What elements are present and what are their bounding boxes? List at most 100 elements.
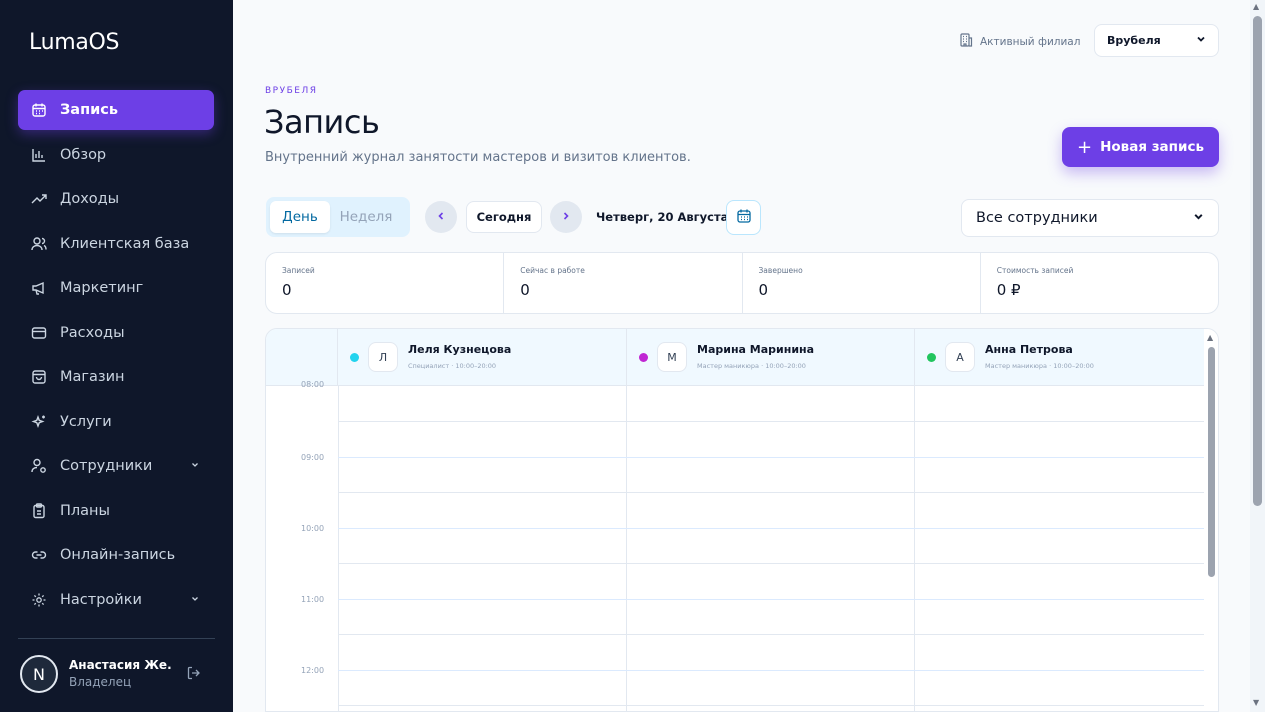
employee-initial: А xyxy=(945,342,975,372)
half-hour-line xyxy=(338,563,1204,564)
prev-day-button[interactable] xyxy=(425,201,457,233)
scrollbar-thumb[interactable] xyxy=(1208,347,1215,577)
calendar-icon xyxy=(30,101,48,119)
scroll-down-icon[interactable]: ▼ xyxy=(1253,698,1259,707)
employee-color-dot xyxy=(350,353,359,362)
staff-filter-select[interactable]: Все сотрудники xyxy=(961,199,1219,237)
staff-filter-value: Все сотрудники xyxy=(976,210,1098,226)
scroll-up-icon[interactable]: ▲ xyxy=(1207,333,1213,342)
chevron-left-icon xyxy=(436,209,446,225)
user-profile[interactable]: N Анастасия Же... Владелец xyxy=(20,655,216,695)
page-scrollbar[interactable]: ▲ ▼ xyxy=(1250,0,1265,712)
time-label: 10:00 xyxy=(301,524,325,533)
user-role: Владелец xyxy=(69,675,132,689)
sidebar-item-label: Обзор xyxy=(60,146,107,163)
half-hour-line xyxy=(338,634,1204,635)
bar-chart-icon xyxy=(30,146,48,164)
hour-line xyxy=(338,670,1204,671)
view-week-tab[interactable]: Неделя xyxy=(330,201,402,233)
sidebar-item-online-booking[interactable]: Онлайн-запись xyxy=(18,535,214,575)
employee-initial: Л xyxy=(368,342,398,372)
schedule-grid: Л Леля Кузнецова Специалист · 10:00–20:0… xyxy=(265,328,1219,712)
schedule-header: Л Леля Кузнецова Специалист · 10:00–20:0… xyxy=(266,329,1204,386)
half-hour-line xyxy=(338,421,1204,422)
chevron-down-icon xyxy=(1193,210,1204,226)
employee-name: Леля Кузнецова xyxy=(408,343,512,356)
sidebar-item-expenses[interactable]: Расходы xyxy=(18,313,214,353)
sidebar-item-label: Планы xyxy=(60,502,110,519)
current-date: Четверг, 20 Августа xyxy=(596,210,729,224)
app-logo: LumaOS xyxy=(29,30,120,55)
sidebar-item-label: Запись xyxy=(60,102,119,118)
stat-total-cost: Стоимость записей 0 ₽ xyxy=(996,266,1074,299)
hour-line xyxy=(338,528,1204,529)
stat-completed: Завершено 0 xyxy=(743,253,981,313)
breadcrumb: ВРУБЕЛЯ xyxy=(265,86,318,96)
half-hour-line xyxy=(338,705,1204,706)
employee-name: Марина Маринина xyxy=(697,343,815,356)
sidebar-nav: Запись Обзор Доходы Клиентская база Марк… xyxy=(18,90,214,624)
megaphone-icon xyxy=(30,279,48,297)
schedule-scrollbar[interactable]: ▲ xyxy=(1204,329,1218,711)
stat-bookings: Записей 0 xyxy=(266,253,505,313)
stats-bar: Записей 0 Сейчас в работе 0 Завершено 0 … xyxy=(265,252,1219,314)
sidebar-item-label: Настройки xyxy=(60,591,142,608)
hour-line xyxy=(338,599,1204,600)
grid-divider xyxy=(626,386,627,711)
sidebar-item-label: Клиентская база xyxy=(60,235,190,252)
credit-card-icon xyxy=(30,324,48,342)
half-hour-line xyxy=(338,492,1204,493)
link-icon xyxy=(30,546,48,564)
next-day-button[interactable] xyxy=(550,201,582,233)
employee-column-header[interactable]: А Анна Петрова Мастер маникюра · 10:00–2… xyxy=(915,329,1204,386)
sidebar-item-label: Расходы xyxy=(60,324,125,341)
time-label: 11:00 xyxy=(301,595,325,604)
chevron-down-icon xyxy=(190,458,200,474)
avatar: N xyxy=(20,655,58,693)
sidebar-item-bookings[interactable]: Запись xyxy=(18,90,214,130)
user-name: Анастасия Же... xyxy=(69,658,171,672)
sidebar-item-marketing[interactable]: Маркетинг xyxy=(18,268,214,308)
sidebar-item-shop[interactable]: Магазин xyxy=(18,357,214,397)
sidebar-item-label: Доходы xyxy=(60,191,120,207)
sidebar-item-income[interactable]: Доходы xyxy=(18,179,214,219)
sidebar-item-label: Услуги xyxy=(60,413,112,430)
sidebar-item-label: Магазин xyxy=(60,369,125,385)
sidebar-item-label: Маркетинг xyxy=(60,280,144,296)
grid-divider xyxy=(338,386,339,711)
scroll-up-icon[interactable]: ▲ xyxy=(1253,2,1259,11)
calendar-icon xyxy=(736,208,752,228)
employee-column-header[interactable]: М Марина Маринина Мастер маникюра · 10:0… xyxy=(627,329,915,386)
sidebar-item-plans[interactable]: Планы xyxy=(18,491,214,531)
today-button[interactable]: Сегодня xyxy=(466,201,542,233)
sidebar-item-settings[interactable]: Настройки xyxy=(18,580,214,620)
user-cog-icon xyxy=(30,457,48,475)
logout-icon[interactable] xyxy=(186,665,202,685)
employee-initial: М xyxy=(657,342,687,372)
date-picker-button[interactable] xyxy=(726,200,761,235)
chevron-down-icon xyxy=(190,592,200,608)
scrollbar-thumb[interactable] xyxy=(1253,16,1262,506)
clipboard-icon xyxy=(30,502,48,520)
gear-icon xyxy=(30,591,48,609)
branch-select[interactable]: Врубеля xyxy=(1094,24,1219,57)
sidebar-item-overview[interactable]: Обзор xyxy=(18,135,214,175)
sidebar-item-label: Сотрудники xyxy=(60,458,153,474)
employee-column-header[interactable]: Л Леля Кузнецова Специалист · 10:00–20:0… xyxy=(338,329,627,386)
users-icon xyxy=(30,235,48,253)
view-day-tab[interactable]: День xyxy=(270,201,330,233)
employee-color-dot xyxy=(639,353,648,362)
schedule-body[interactable]: 08:00 09:00 10:00 11:00 12:00 xyxy=(266,380,1204,711)
branch-select-value: Врубеля xyxy=(1107,34,1161,47)
employee-schedule: Мастер маникюра · 10:00–20:00 xyxy=(697,362,806,370)
sidebar-item-clients[interactable]: Клиентская база xyxy=(18,224,214,264)
sidebar-item-services[interactable]: Услуги xyxy=(18,402,214,442)
sidebar: LumaOS Запись Обзор Доходы Клиентская ба… xyxy=(0,0,233,712)
new-booking-button[interactable]: + Новая запись xyxy=(1062,127,1219,167)
active-branch-label: Активный филиал xyxy=(958,32,1080,51)
employee-schedule: Мастер маникюра · 10:00–20:00 xyxy=(985,362,1094,370)
view-toggle: День Неделя xyxy=(266,197,410,237)
time-label: 09:00 xyxy=(301,453,325,462)
sidebar-item-staff[interactable]: Сотрудники xyxy=(18,446,214,486)
time-column-header xyxy=(266,329,338,386)
